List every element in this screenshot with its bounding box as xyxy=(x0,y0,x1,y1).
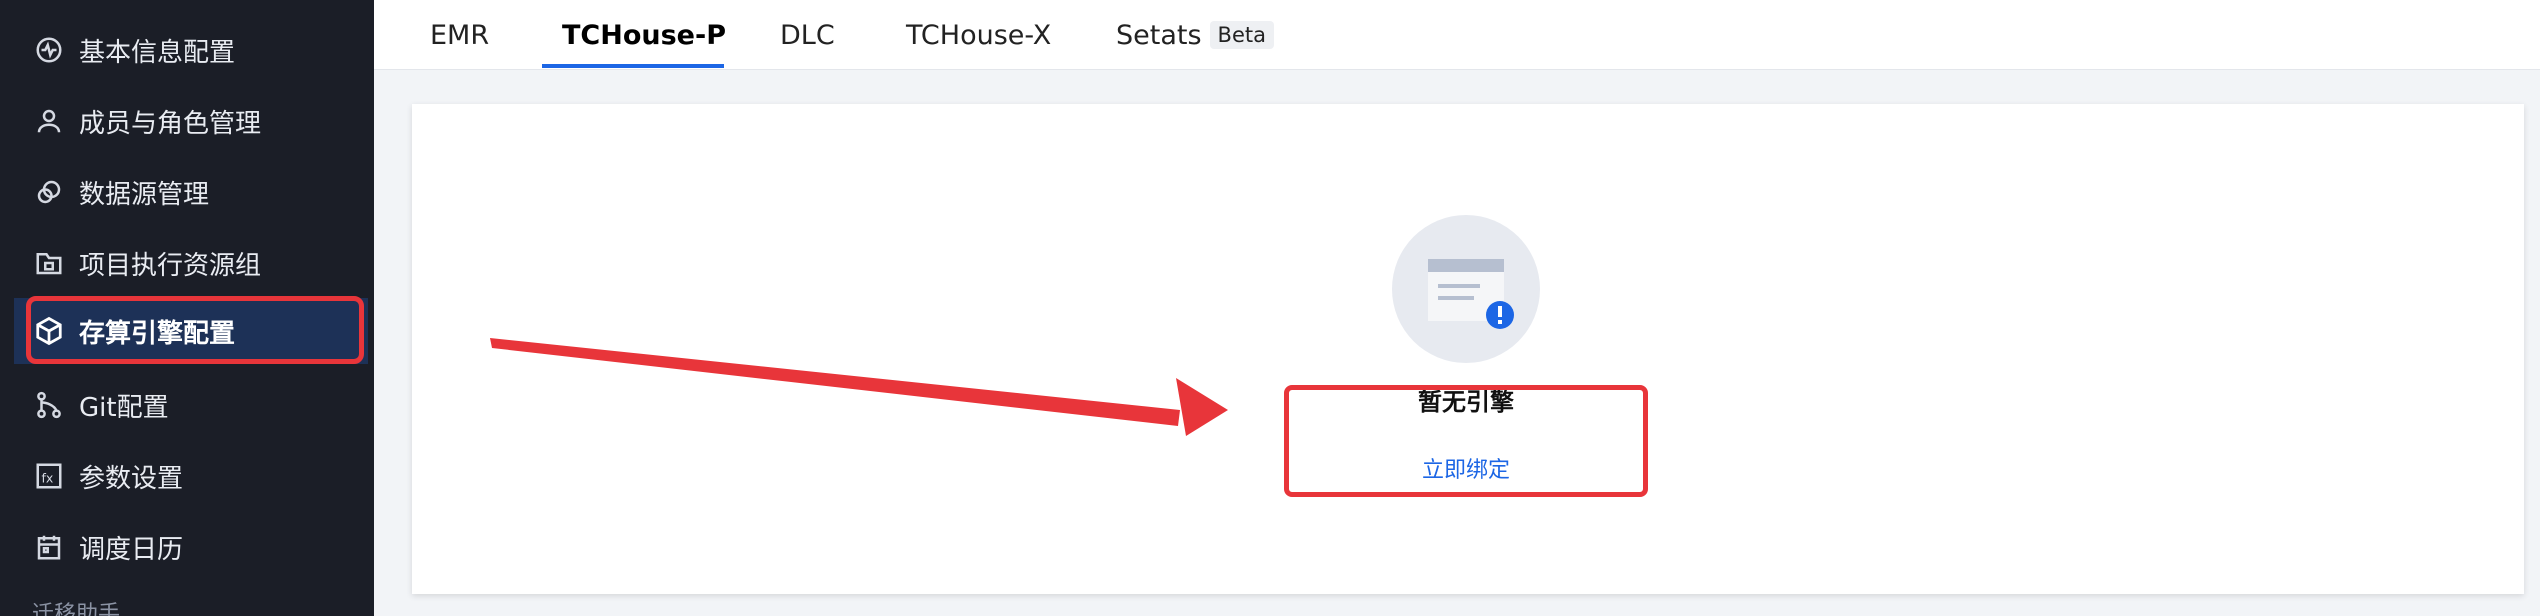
tab-label: DLC xyxy=(780,19,835,51)
sidebar-item-label: 存算引擎配置 xyxy=(79,318,236,349)
sidebar-item-params[interactable]: fx 参数设置 xyxy=(14,443,368,509)
datasource-icon xyxy=(32,175,66,209)
tab-label: TCHouse-X xyxy=(906,19,1052,51)
tab-label: Setats xyxy=(1116,19,1202,51)
svg-text:fx: fx xyxy=(42,470,54,485)
cube-icon xyxy=(32,314,66,348)
sidebar-item-label: 调度日历 xyxy=(79,534,184,565)
sidebar-footer-partial[interactable]: 迁移助手 xyxy=(32,596,120,616)
tab-tchouse-x[interactable]: TCHouse-X xyxy=(906,0,1051,70)
sidebar-item-label: 成员与角色管理 xyxy=(79,108,262,139)
sidebar-item-resource-group[interactable]: 项目执行资源组 xyxy=(14,230,368,296)
beta-badge: Beta xyxy=(1209,21,1274,49)
tab-label: EMR xyxy=(430,19,490,51)
engine-tabs: EMR TCHouse-P DLC TCHouse-X Setats Beta xyxy=(374,0,2540,70)
sidebar-item-calendar[interactable]: 调度日历 xyxy=(14,514,368,580)
tab-label: TCHouse-P xyxy=(562,19,726,51)
tab-setats[interactable]: Setats Beta xyxy=(1116,0,1274,70)
user-icon xyxy=(32,104,66,138)
sidebar-item-label: 参数设置 xyxy=(79,463,184,494)
empty-state-title: 暂无引擎 xyxy=(1418,388,1514,416)
bind-now-link[interactable]: 立即绑定 xyxy=(1352,452,1580,484)
fx-icon: fx xyxy=(32,459,66,493)
sidebar-item-engine-config[interactable]: 存算引擎配置 xyxy=(14,298,368,364)
sidebar-item-label: 数据源管理 xyxy=(79,179,210,210)
sidebar-item-members-roles[interactable]: 成员与角色管理 xyxy=(14,88,368,154)
git-branch-icon xyxy=(32,388,66,422)
tab-emr[interactable]: EMR xyxy=(430,0,489,70)
tab-tchouse-p[interactable]: TCHouse-P xyxy=(562,0,726,70)
sidebar-item-label: 基本信息配置 xyxy=(79,37,236,68)
sidebar-item-git-config[interactable]: Git配置 xyxy=(14,372,368,438)
folder-icon xyxy=(32,246,66,280)
sidebar-item-datasource[interactable]: 数据源管理 xyxy=(14,159,368,225)
sidebar-item-label: Git配置 xyxy=(79,392,169,423)
calendar-icon xyxy=(32,530,66,564)
active-tab-indicator xyxy=(542,64,724,68)
sidebar-item-label: 项目执行资源组 xyxy=(79,250,262,281)
empty-document-alert-icon xyxy=(1428,259,1514,329)
sidebar-item-basic-info[interactable]: 基本信息配置 xyxy=(14,17,368,83)
activity-icon xyxy=(32,33,66,67)
sidebar: 基本信息配置 成员与角色管理 数据源管理 项目执行资源组 存算引擎配置 Git配… xyxy=(0,0,374,616)
empty-state-illustration xyxy=(1392,215,1540,363)
tab-dlc[interactable]: DLC xyxy=(780,0,835,70)
